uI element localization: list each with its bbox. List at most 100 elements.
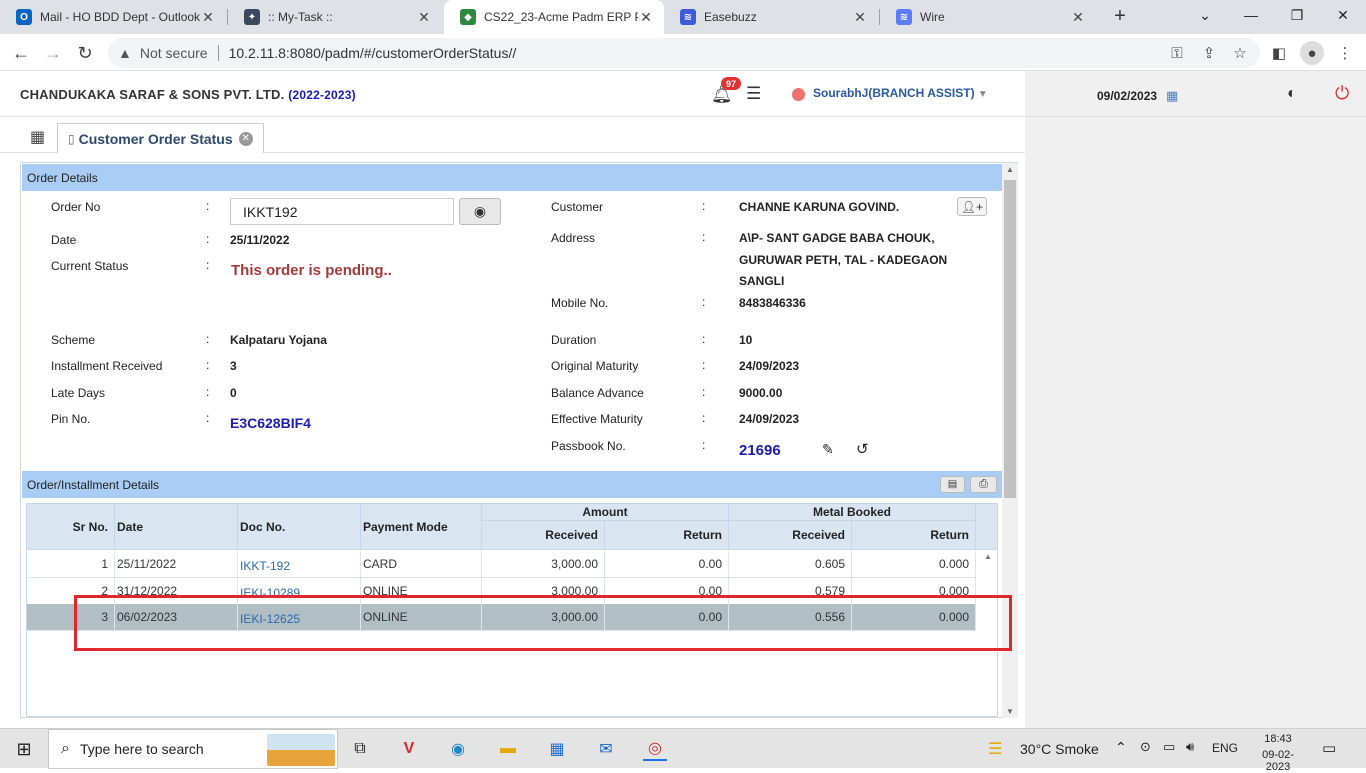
col-group-amount: Amount — [482, 504, 729, 521]
profile-icon[interactable]: ● — [1300, 41, 1324, 65]
duration-value: 10 — [739, 333, 753, 347]
file-icon: ▯ — [68, 131, 75, 146]
close-tab-icon[interactable]: ✕ — [416, 9, 432, 26]
close-window-icon[interactable]: ✕ — [1320, 0, 1366, 30]
browser-tab-easebuzz[interactable]: ≋ Easebuzz ✕ — [664, 0, 878, 34]
col-sr-no[interactable]: Sr No. — [27, 504, 115, 550]
task-view-icon[interactable]: ⧉ — [348, 737, 372, 761]
react-icon: ✦ — [244, 9, 260, 25]
clock[interactable]: 18:43 09-02-2023 — [1250, 733, 1306, 773]
cell-doc-link[interactable]: IKKT-192 — [238, 551, 361, 578]
eye-slash-icon[interactable]: ◐ — [1287, 85, 1297, 103]
language-indicator[interactable]: ENG — [1212, 741, 1238, 755]
order-no-input[interactable] — [230, 198, 454, 225]
reload-icon[interactable]: ↻ — [72, 40, 98, 66]
wire-icon: ≋ — [896, 9, 912, 25]
view-order-button[interactable]: ◉ — [459, 198, 501, 225]
app-header: CHANDUKAKA SARAF & SONS PVT. LTD. (2022-… — [0, 71, 1025, 117]
page-scroll-thumb[interactable] — [1004, 180, 1016, 498]
list-menu-icon[interactable]: ☰ — [746, 84, 761, 104]
tab-search-icon[interactable]: ⌄ — [1182, 0, 1228, 30]
cell-metal-return: 0.000 — [852, 551, 976, 578]
date-label: Date — [51, 233, 77, 247]
colon: : — [206, 411, 210, 425]
col-amount-received[interactable]: Received — [482, 521, 605, 550]
history-icon[interactable]: ↺ — [856, 440, 869, 458]
add-user-button[interactable]: 👤︎+ — [957, 197, 987, 216]
passbook-value: 21696 — [739, 442, 781, 459]
col-metal-return[interactable]: Return — [852, 521, 976, 550]
edge-icon[interactable]: ◉ — [446, 737, 470, 761]
chevron-down-icon: ▼ — [977, 89, 988, 100]
col-amount-return[interactable]: Return — [605, 521, 729, 550]
chrome-icon[interactable]: ◎ — [643, 737, 667, 761]
file-explorer-icon[interactable]: ▬ — [496, 737, 520, 761]
print-button[interactable]: ⎙ — [970, 476, 997, 493]
mail-icon[interactable]: ✉ — [594, 737, 618, 761]
col-doc-no[interactable]: Doc No. — [238, 504, 361, 550]
balance-advance-label: Balance Advance — [551, 386, 644, 400]
edit-icon[interactable]: ✎ — [822, 441, 834, 458]
scheme-value: Kalpataru Yojana — [230, 333, 327, 347]
back-icon[interactable]: ← — [8, 40, 34, 66]
browser-tab-erp[interactable]: ◆ CS22_23-Acme Padm ERP Platform ✕ — [444, 0, 664, 34]
windows-start-icon[interactable]: ⊞ — [12, 737, 36, 761]
tab-title: Easebuzz — [704, 10, 757, 24]
clock-date: 09-02-2023 — [1262, 749, 1294, 773]
close-tab-icon[interactable]: ✕ — [638, 9, 654, 26]
new-tab-button[interactable]: + — [1108, 4, 1132, 28]
taskbar-search[interactable]: ⌕ Type here to search — [48, 729, 338, 769]
col-date[interactable]: Date — [115, 504, 238, 550]
volume-icon[interactable]: 🔊︎ — [1186, 739, 1194, 755]
meet-icon[interactable]: ⊙ — [1140, 739, 1151, 755]
page-tabs: ▦ ▯ Customer Order Status ✕ — [0, 117, 1025, 153]
colon: : — [702, 385, 706, 399]
close-tab-icon[interactable]: ✕ — [200, 9, 216, 26]
scroll-up-icon[interactable]: ▲ — [980, 552, 996, 561]
tray-chevron-icon[interactable]: ⌃ — [1115, 739, 1127, 756]
highlight-box — [74, 595, 1012, 651]
tab-title: Wire — [920, 10, 945, 24]
url-field[interactable]: ▲ Not secure 10.2.11.8:8080/padm/#/custo… — [108, 38, 1260, 68]
col-metal-received[interactable]: Received — [729, 521, 852, 550]
mobile-value: 8483846336 — [739, 296, 806, 310]
side-panel-icon[interactable]: ◧ — [1268, 42, 1290, 64]
key-icon[interactable]: ⚿ — [1166, 42, 1188, 64]
colon: : — [702, 295, 706, 309]
close-tab-icon[interactable]: ✕ — [852, 9, 868, 26]
menu-kebab-icon[interactable]: ⋮ — [1334, 42, 1356, 64]
forward-icon[interactable]: → — [40, 40, 66, 66]
share-icon[interactable]: ⇪ — [1198, 42, 1220, 64]
tab-customer-order-status[interactable]: ▯ Customer Order Status ✕ — [57, 123, 264, 153]
app-v-icon[interactable]: V — [397, 737, 421, 761]
close-tab-icon[interactable]: ✕ — [1070, 9, 1086, 26]
address-line-2: GURUWAR PETH, TAL - KADEGAON — [739, 253, 948, 267]
colon: : — [702, 438, 706, 452]
calendar-icon[interactable]: ▦ — [1166, 88, 1178, 104]
url-text: 10.2.11.8:8080/padm/#/customerOrderStatu… — [228, 45, 517, 61]
browser-tab-outlook[interactable]: O Mail - HO BDD Dept - Outlook ✕ — [0, 0, 226, 34]
duration-label: Duration — [551, 333, 597, 347]
power-icon[interactable]: ⏻ — [1335, 83, 1349, 104]
scroll-down-icon[interactable]: ▼ — [1002, 707, 1018, 716]
col-payment-mode[interactable]: Payment Mode — [361, 504, 482, 550]
weather-text[interactable]: 30°C Smoke — [1020, 741, 1099, 757]
cell-date: 25/11/2022 — [115, 551, 238, 578]
apps-grid-icon[interactable]: ▦ — [30, 127, 45, 147]
browser-tab-my-task[interactable]: ✦ :: My-Task :: ✕ — [228, 0, 442, 34]
browser-tab-wire[interactable]: ≋ Wire ✕ — [880, 0, 1096, 34]
store-icon[interactable]: ▦ — [545, 737, 569, 761]
network-icon[interactable]: ▭ — [1163, 739, 1175, 755]
user-menu[interactable]: SourabhJ(BRANCH ASSIST) ▼ — [813, 86, 988, 100]
minimize-icon[interactable]: — — [1228, 0, 1274, 30]
cell-metal-received: 0.605 — [729, 551, 852, 578]
bookmark-star-icon[interactable]: ☆ — [1229, 42, 1251, 64]
export-excel-button[interactable]: ▤ — [940, 476, 965, 493]
close-tab-icon[interactable]: ✕ — [238, 131, 253, 146]
scroll-up-icon[interactable]: ▲ — [1002, 163, 1018, 177]
notifications-icon[interactable]: ▭ — [1322, 739, 1336, 757]
company-name: CHANDUKAKA SARAF & SONS PVT. LTD. — [20, 87, 285, 102]
restore-icon[interactable]: ❐ — [1274, 0, 1320, 30]
pin-no-value: E3C628BIF4 — [230, 415, 311, 431]
cell-mode: CARD — [361, 551, 482, 578]
